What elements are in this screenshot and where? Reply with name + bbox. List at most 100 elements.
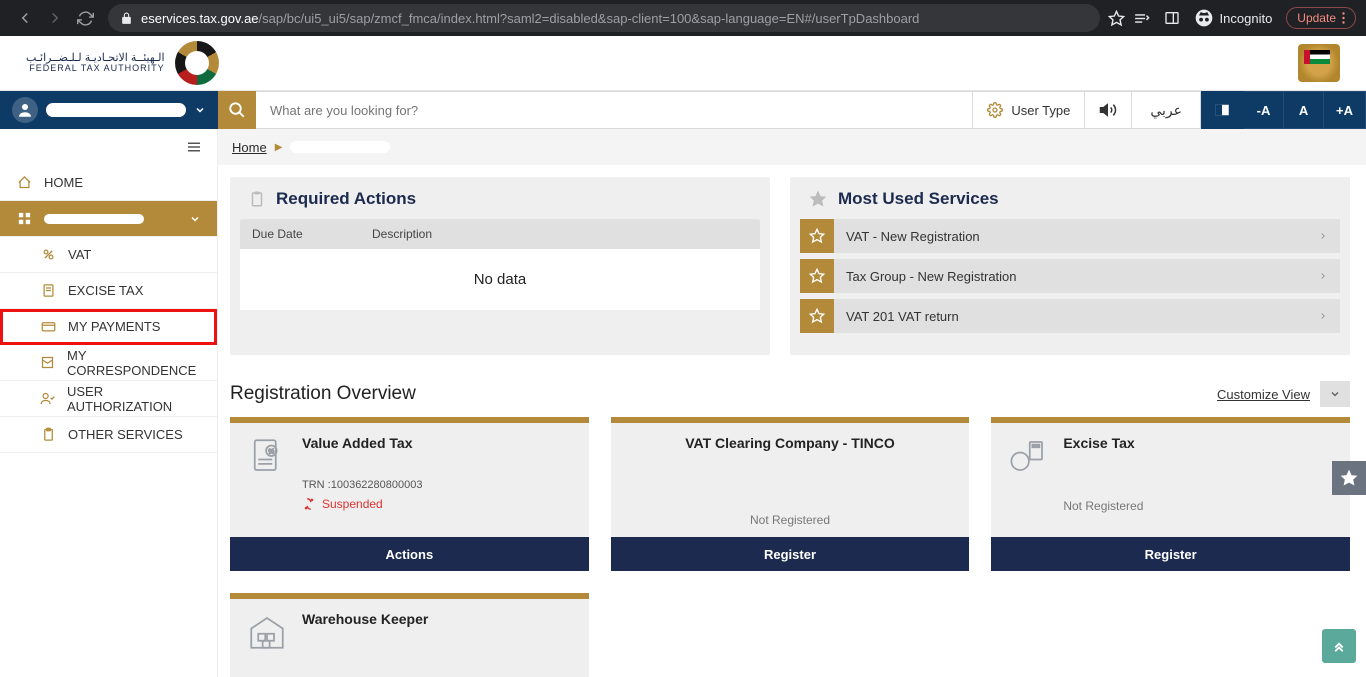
no-data-message: No data [240,249,760,310]
most-used-services-panel: Most Used Services VAT - New Registratio… [790,177,1350,355]
sidebar-item-other[interactable]: OTHER SERVICES [0,417,217,453]
url-domain: eservices.tax.gov.ae [141,11,259,26]
sidebar-item-vat[interactable]: VAT [0,237,217,273]
reload-button[interactable] [70,4,100,32]
sidebar-item-authorization[interactable]: USER AUTHORIZATION [0,381,217,417]
service-label: VAT - New Registration [846,229,980,244]
chevron-down-icon [189,213,201,225]
service-item[interactable]: VAT 201 VAT return [800,299,1340,333]
menu-toggle-icon[interactable] [185,138,203,156]
breadcrumb-current-masked [290,141,390,153]
receipt-icon: % [246,435,288,477]
audio-button[interactable] [1085,91,1132,129]
user-type-selector[interactable]: User Type [973,91,1085,129]
incognito-indicator: Incognito [1194,8,1273,28]
star-icon [800,259,834,293]
contrast-toggle[interactable] [1201,91,1244,129]
uae-emblem-icon [1298,44,1340,82]
font-increase[interactable]: +A [1324,91,1366,129]
url-path: /sap/bc/ui5_ui5/sap/zmcf_fmca/index.html… [259,11,920,26]
reg-card-tinco: VAT Clearing Company - TINCO Not Registe… [611,417,970,571]
customize-view-link[interactable]: Customize View [1217,387,1310,402]
lang-label: عربي [1150,102,1182,119]
update-label: Update [1297,11,1336,25]
user-name-masked [46,103,186,117]
side-panel-icon[interactable] [1164,10,1180,26]
breadcrumb-bar: Home ▶ [0,129,1366,165]
main-toolbar: User Type عربي -A A +A [0,91,1366,129]
font-decrease[interactable]: -A [1244,91,1284,129]
sidebar-item-excise[interactable]: EXCISE TAX [0,273,217,309]
card-icon [40,319,56,334]
search-button[interactable] [218,91,256,129]
sidebar-item-payments[interactable]: MY PAYMENTS [0,309,217,345]
home-icon [16,175,32,190]
reg-card-name: Value Added Tax [302,435,573,451]
address-bar[interactable]: eservices.tax.gov.ae/sap/bc/ui5_ui5/sap/… [108,4,1100,32]
language-toggle[interactable]: عربي [1132,91,1201,129]
excise-icon [1007,435,1049,477]
panel-title: Required Actions [276,189,416,209]
service-label: VAT 201 VAT return [846,309,959,324]
registration-title: Registration Overview [230,383,416,405]
app-header: الـهيئــة الاتحـاديـة لـلـضــرائـب FEDER… [0,36,1366,91]
forward-button[interactable] [40,4,70,32]
logo-text-en: FEDERAL TAX AUTHORITY [26,64,165,74]
user-type-label: User Type [1011,103,1070,118]
star-icon [808,189,828,209]
feedback-star-button[interactable] [1332,461,1366,495]
media-control-icon[interactable] [1133,10,1150,27]
actions-button[interactable]: Actions [230,537,589,571]
chevron-right-icon [1306,269,1340,283]
sidebar-item-taxpayer[interactable] [0,201,217,237]
user-chip[interactable] [0,91,218,129]
grid-icon [16,211,32,226]
update-button[interactable]: Update [1286,7,1356,29]
reg-card-status: Not Registered [627,513,954,527]
document-icon [40,283,56,298]
required-actions-panel: Required Actions Due Date Description No… [230,177,770,355]
fta-swirl-icon [175,41,219,85]
sidebar-item-label: HOME [44,175,83,190]
clipboard-icon [248,190,266,208]
content-area: Required Actions Due Date Description No… [218,165,1366,677]
scroll-top-button[interactable] [1322,629,1356,663]
search-input[interactable] [256,91,973,129]
panel-title: Most Used Services [838,189,999,209]
chevron-down-icon [194,104,206,116]
clipboard-icon [40,427,56,442]
star-icon [800,219,834,253]
sidebar: HOME VAT EXCISE TAX MY PAYMENTS MY CORRE… [0,165,218,677]
sidebar-item-correspondence[interactable]: MY CORRESPONDENCE [0,345,217,381]
customize-dropdown[interactable] [1320,381,1350,407]
sidebar-item-label: VAT [68,247,91,262]
breadcrumb-home[interactable]: Home [232,140,267,155]
service-label: Tax Group - New Registration [846,269,1017,284]
sidebar-item-label: USER AUTHORIZATION [67,384,201,414]
sidebar-item-label-masked [44,214,144,224]
col-description: Description [360,219,760,249]
reg-card-name: VAT Clearing Company - TINCO [627,435,954,451]
incognito-icon [1194,8,1214,28]
register-button[interactable]: Register [991,537,1350,571]
actions-table-header: Due Date Description [240,219,760,249]
service-item[interactable]: VAT - New Registration [800,219,1340,253]
bookmark-star-icon[interactable] [1108,10,1125,27]
breadcrumb-separator-icon: ▶ [275,142,283,153]
warehouse-icon [246,611,288,653]
fta-logo[interactable]: الـهيئــة الاتحـاديـة لـلـضــرائـب FEDER… [26,41,219,85]
font-reset[interactable]: A [1284,91,1324,129]
service-item[interactable]: Tax Group - New Registration [800,259,1340,293]
back-button[interactable] [10,4,40,32]
warning-icon [302,497,316,511]
sidebar-item-home[interactable]: HOME [0,165,217,201]
register-button[interactable]: Register [611,537,970,571]
svg-text:%: % [269,448,275,455]
reg-card-status: Suspended [302,497,573,511]
reg-card-name: Excise Tax [1063,435,1334,451]
sidebar-item-label: OTHER SERVICES [68,427,183,442]
reg-card-excise: Excise Tax Not Registered Register [991,417,1350,571]
reg-card-trn: TRN :100362280800003 [302,479,573,491]
col-due-date: Due Date [240,219,360,249]
breadcrumb: Home ▶ [218,140,1366,155]
